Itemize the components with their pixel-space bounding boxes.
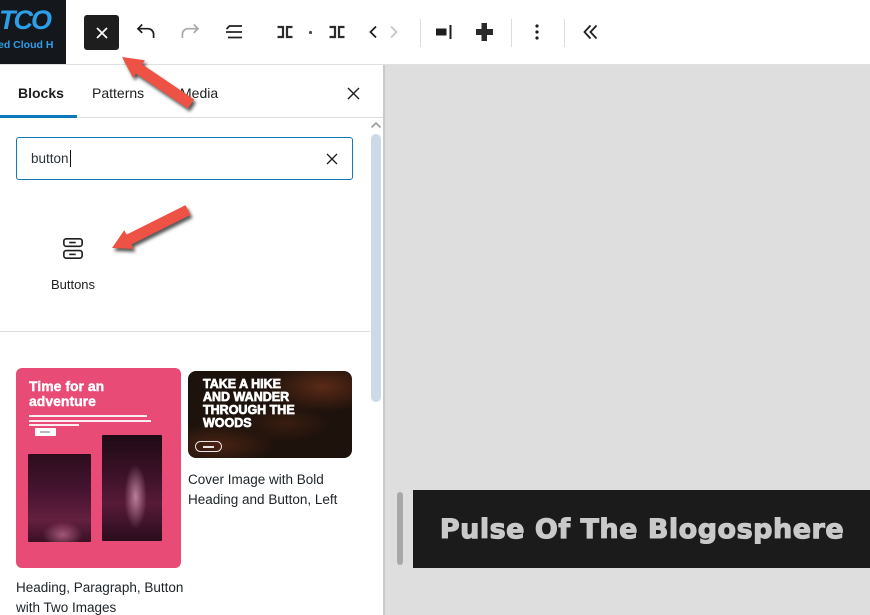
sidebar-scrollbar-thumb[interactable] xyxy=(371,134,381,402)
editor-canvas[interactable]: Pulse Of The Blogosphere xyxy=(384,65,870,615)
thick-plus-icon xyxy=(472,20,496,44)
pattern-preview-button xyxy=(195,441,222,452)
close-icon xyxy=(345,85,362,102)
pattern-preview-pink-card: Time for an adventure xyxy=(16,368,181,568)
clear-search-icon xyxy=(324,151,340,167)
toolbar-separator xyxy=(564,19,565,47)
canvas-scrollbar-thumb[interactable] xyxy=(397,492,403,565)
collapse-sidebar-button[interactable] xyxy=(575,16,603,48)
options-button[interactable] xyxy=(523,16,551,48)
collapse-double-chevron-icon xyxy=(578,21,600,43)
block-inserter-panel: Blocks Patterns Media button xyxy=(0,65,384,615)
buttons-block-icon xyxy=(60,235,86,263)
pattern-item-two-images[interactable]: Time for an adventure Heading, Paragraph… xyxy=(16,368,192,615)
wordpress-block-editor: TCO ed Cloud H xyxy=(0,0,870,615)
tab-media[interactable]: Media xyxy=(180,80,218,106)
active-tab-underline xyxy=(0,115,77,118)
pattern-preview-image-left xyxy=(28,454,91,542)
scrollbar-up-icon[interactable] xyxy=(369,120,383,130)
document-overview-button[interactable] xyxy=(218,16,250,48)
search-input[interactable]: button xyxy=(16,137,353,180)
dot-separator-icon xyxy=(309,31,312,34)
justify-right-button[interactable] xyxy=(428,16,460,48)
redo-button[interactable] xyxy=(174,16,206,48)
toolbar-separator xyxy=(511,19,512,47)
site-logo-subtext: ed Cloud H xyxy=(0,39,66,51)
pattern-preview-dark-card: Take a hike and wander through the woods xyxy=(188,371,352,458)
site-logo-text: TCO xyxy=(0,5,66,36)
text-caret xyxy=(70,150,71,167)
forward-chevron-icon xyxy=(384,23,402,41)
editor-toolbar: TCO ed Cloud H xyxy=(0,0,870,65)
toolbar-separator xyxy=(420,19,421,47)
close-icon xyxy=(93,24,111,42)
pattern-caption: Cover Image with Bold Heading and Button… xyxy=(188,470,356,510)
close-inserter-button[interactable] xyxy=(340,80,366,106)
block-inserter-toggle-button[interactable] xyxy=(84,15,119,50)
pattern-preview-paragraph xyxy=(29,415,149,429)
block-result-label: Buttons xyxy=(51,277,95,292)
pattern-item-cover-image[interactable]: Take a hike and wander through the woods… xyxy=(188,371,356,510)
bracket-pair-button-2[interactable] xyxy=(321,16,353,48)
search-input-value: button xyxy=(31,151,69,166)
bracket-pair-icon-2 xyxy=(325,20,349,44)
pattern-preview-button xyxy=(35,428,56,436)
back-chevron-icon xyxy=(365,23,383,41)
site-title-block[interactable]: Pulse Of The Blogosphere xyxy=(413,490,870,568)
bracket-pair-icon-1 xyxy=(273,20,297,44)
bracket-pair-button-1[interactable] xyxy=(269,16,301,48)
justify-right-icon xyxy=(432,20,456,44)
undo-button[interactable] xyxy=(130,16,162,48)
inserter-tabs: Blocks Patterns Media xyxy=(0,65,383,118)
block-result-buttons[interactable]: Buttons xyxy=(23,223,123,319)
pattern-preview-heading: Time for an adventure xyxy=(29,379,149,408)
clear-search-button[interactable] xyxy=(324,151,340,167)
undo-icon xyxy=(134,20,158,44)
tab-blocks[interactable]: Blocks xyxy=(18,80,64,106)
back-button[interactable] xyxy=(364,16,384,48)
thick-plus-button[interactable] xyxy=(468,16,500,48)
forward-button[interactable] xyxy=(383,16,403,48)
options-kebab-icon xyxy=(527,22,547,42)
site-logo[interactable]: TCO ed Cloud H xyxy=(0,0,66,64)
pattern-preview-heading: Take a hike and wander through the woods xyxy=(203,378,308,430)
pattern-caption: Heading, Paragraph, Button with Two Imag… xyxy=(16,578,196,615)
document-overview-icon xyxy=(222,20,246,44)
section-divider xyxy=(0,331,370,332)
site-title-text: Pulse Of The Blogosphere xyxy=(440,514,844,545)
redo-icon xyxy=(178,20,202,44)
tab-patterns[interactable]: Patterns xyxy=(92,80,144,106)
pattern-preview-image-right xyxy=(102,435,162,541)
